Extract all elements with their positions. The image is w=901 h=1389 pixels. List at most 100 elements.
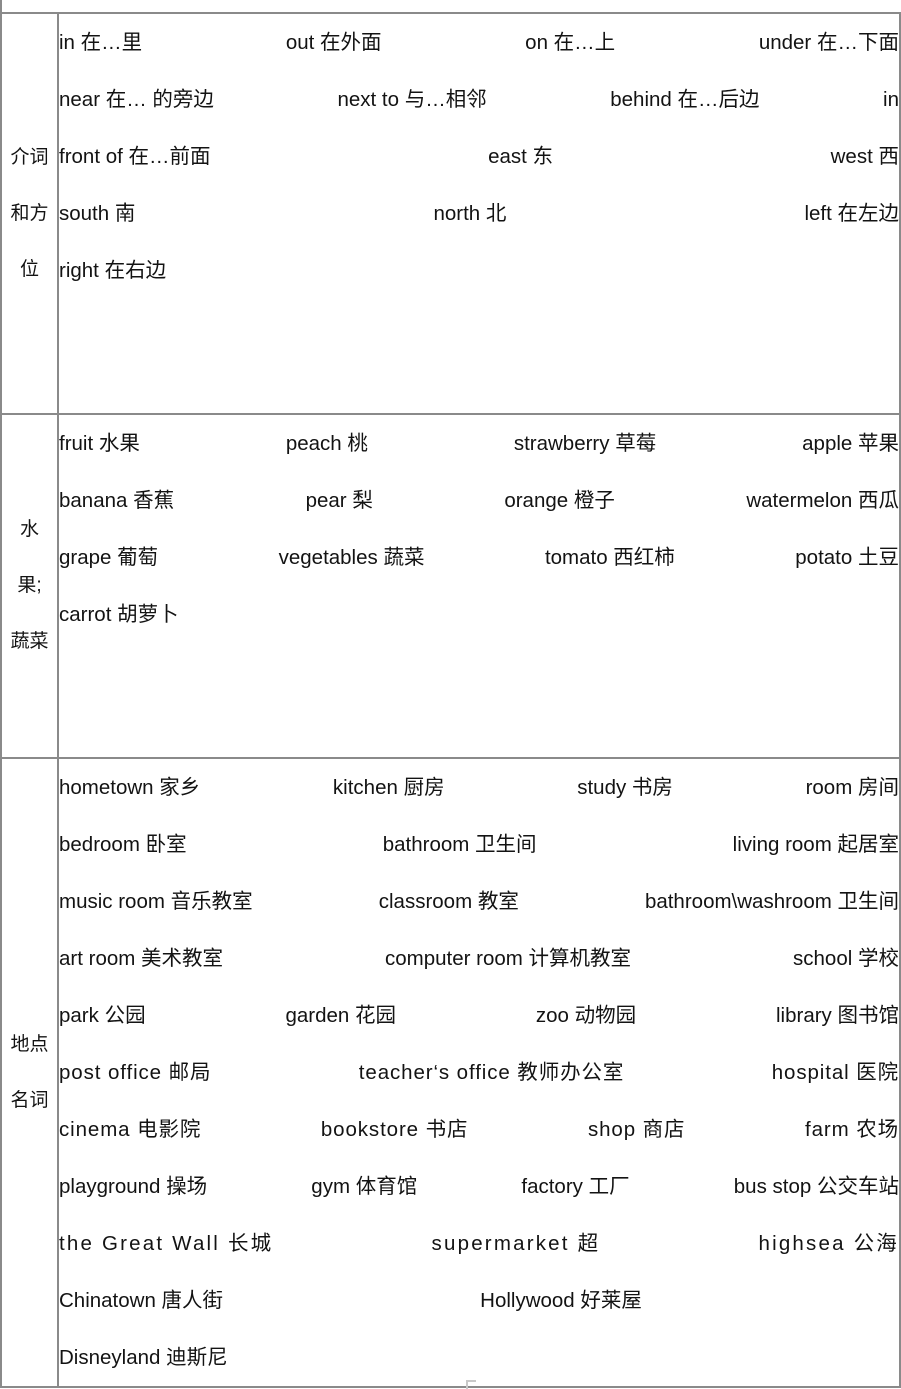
word-line: carrot 胡萝卜 [59, 586, 899, 643]
vocab-term: room 房间 [805, 776, 899, 799]
vocab-term: behind 在…后边 [610, 88, 760, 111]
category-label: 水果;蔬菜 [10, 519, 49, 652]
vocab-term: garden 花园 [285, 1004, 396, 1027]
vocab-term: pear 梨 [305, 489, 373, 512]
word-line: hometown 家乡 kitchen 厨房 study 书房 room 房间 [59, 759, 899, 816]
vocab-term: front of 在…前面 [59, 145, 211, 168]
word-line: south 南 north 北 left 在左边 [59, 185, 899, 242]
word-line: Chinatown 唐人街 Hollywood 好莱屋 [59, 1272, 899, 1329]
vocab-term: living room 起居室 [732, 833, 899, 856]
category-cell-prepositions: 介词和方位 [0, 12, 59, 415]
vocab-term: south 南 [59, 202, 136, 225]
vocab-term: potato 土豆 [795, 546, 899, 569]
vocab-term: tomato 西红柿 [544, 546, 675, 569]
word-line: grape 葡萄 vegetables 蔬菜 tomato 西红柿 potato… [59, 529, 899, 586]
vocabulary-table: 介词和方位 in 在…里 out 在外面 on 在…上 under 在…下面 n… [0, 12, 901, 1388]
word-line: front of 在…前面 east 东 west 西 [59, 128, 899, 185]
vocab-term: shop 商店 [587, 1118, 686, 1141]
vocab-term: post office 邮局 [59, 1061, 212, 1084]
vocab-term: hometown 家乡 [59, 776, 201, 799]
word-line: the Great Wall 长城 supermarket 超 highsea … [59, 1215, 899, 1272]
table-row: 介词和方位 in 在…里 out 在外面 on 在…上 under 在…下面 n… [0, 12, 901, 415]
word-line: bedroom 卧室 bathroom 卫生间 living room 起居室 [59, 816, 899, 873]
vocab-term: vegetables 蔬菜 [278, 546, 425, 569]
category-label: 地点名词 [10, 1033, 49, 1111]
vocab-term: in 在…里 [59, 31, 143, 54]
vocab-term: fruit 水果 [59, 432, 140, 455]
vocab-term: on 在…上 [525, 31, 616, 54]
vocab-term: bedroom 卧室 [59, 833, 187, 856]
vocab-term: bookstore 书店 [320, 1118, 469, 1141]
vocab-term: Chinatown 唐人街 [59, 1289, 224, 1312]
vocab-term: art room 美术教室 [59, 947, 224, 970]
vocab-term: playground 操场 [59, 1175, 208, 1198]
word-line: music room 音乐教室 classroom 教室 bathroom\wa… [59, 873, 899, 930]
vocabulary-table-body: 介词和方位 in 在…里 out 在外面 on 在…上 under 在…下面 n… [0, 12, 901, 1388]
vocab-term: school 学校 [793, 947, 899, 970]
vocab-term: watermelon 西瓜 [746, 489, 899, 512]
word-line: right 在右边 [59, 242, 899, 299]
vocab-term: strawberry 草莓 [513, 432, 657, 455]
vocab-term: left 在左边 [804, 202, 899, 225]
table-row: 地点名词 hometown 家乡 kitchen 厨房 study 书房 roo… [0, 757, 901, 1388]
word-line: art room 美术教室 computer room 计算机教室 school… [59, 930, 899, 987]
vocab-term: zoo 动物园 [535, 1004, 637, 1027]
word-line: cinema 电影院 bookstore 书店 shop 商店 farm 农场 [59, 1101, 899, 1158]
word-line-spacer [59, 643, 899, 700]
vocab-term: apple 苹果 [802, 432, 899, 455]
word-line: near 在… 的旁边 next to 与…相邻 behind 在…后边 in [59, 71, 899, 128]
word-line: Disneyland 迪斯尼 [59, 1329, 899, 1386]
word-line: park 公园 garden 花园 zoo 动物园 library 图书馆 [59, 987, 899, 1044]
word-line-spacer [59, 356, 899, 413]
vocab-term: near 在… 的旁边 [59, 88, 214, 111]
vocab-term: Hollywood 好莱屋 [480, 1289, 642, 1312]
previous-row-sliver [0, 0, 901, 12]
vocab-term: carrot 胡萝卜 [59, 603, 179, 626]
vocab-term: Disneyland 迪斯尼 [59, 1346, 228, 1369]
word-cell-prepositions: in 在…里 out 在外面 on 在…上 under 在…下面 near 在…… [58, 12, 901, 415]
vocab-term: bathroom 卫生间 [382, 833, 537, 856]
category-cell-fruits-vegetables: 水果;蔬菜 [0, 413, 59, 759]
word-cell-fruits-vegetables: fruit 水果 peach 桃 strawberry 草莓 apple 苹果 … [58, 413, 901, 759]
word-line: banana 香蕉 pear 梨 orange 橙子 watermelon 西瓜 [59, 472, 899, 529]
word-line: fruit 水果 peach 桃 strawberry 草莓 apple 苹果 [59, 415, 899, 472]
document-page: 介词和方位 in 在…里 out 在外面 on 在…上 under 在…下面 n… [0, 0, 901, 1389]
vocab-term: orange 橙子 [504, 489, 615, 512]
word-cell-place-nouns: hometown 家乡 kitchen 厨房 study 书房 room 房间 … [58, 757, 901, 1388]
word-line-spacer [59, 700, 899, 757]
category-cell-place-nouns: 地点名词 [0, 757, 59, 1388]
vocab-term: computer room 计算机教室 [385, 947, 632, 970]
vocab-term: park 公园 [59, 1004, 146, 1027]
vocab-term: in [883, 88, 899, 111]
vocab-term: supermarket 超 [431, 1232, 601, 1255]
word-line: post office 邮局 teacher‘s office 教师办公室 ho… [59, 1044, 899, 1101]
vocab-term: the Great Wall 长城 [59, 1232, 274, 1255]
category-label: 介词和方位 [10, 146, 49, 280]
vocab-term: highsea 公海 [758, 1232, 899, 1255]
vocab-term: library 图书馆 [775, 1004, 899, 1027]
vocab-term: kitchen 厨房 [332, 776, 445, 799]
vocab-term: peach 桃 [285, 432, 368, 455]
vocab-term: classroom 教室 [378, 890, 519, 913]
vocab-term: out 在外面 [285, 31, 382, 54]
vocab-term: factory 工厂 [521, 1175, 630, 1198]
vocab-term: music room 音乐教室 [59, 890, 253, 913]
table-row: 水果;蔬菜 fruit 水果 peach 桃 strawberry 草莓 app… [0, 413, 901, 759]
vocab-term: north 北 [433, 202, 507, 225]
vocab-term: east 东 [488, 145, 554, 168]
vocab-term: farm 农场 [805, 1118, 899, 1141]
vocab-term: hospital 医院 [771, 1061, 899, 1084]
vocab-term: study 书房 [577, 776, 673, 799]
vocab-term: west 西 [830, 145, 899, 168]
word-line: in 在…里 out 在外面 on 在…上 under 在…下面 [59, 14, 899, 71]
vocab-term: next to 与…相邻 [337, 88, 487, 111]
vocab-term: banana 香蕉 [59, 489, 175, 512]
vocab-term: under 在…下面 [758, 31, 899, 54]
vocab-term: bus stop 公交车站 [733, 1175, 899, 1198]
page-corner-mark [466, 1380, 476, 1389]
vocab-term: cinema 电影院 [59, 1118, 202, 1141]
vocab-term: right 在右边 [59, 259, 167, 282]
vocab-term: grape 葡萄 [59, 546, 159, 569]
vocab-term: bathroom\washroom 卫生间 [644, 890, 899, 913]
vocab-term: gym 体育馆 [311, 1175, 418, 1198]
